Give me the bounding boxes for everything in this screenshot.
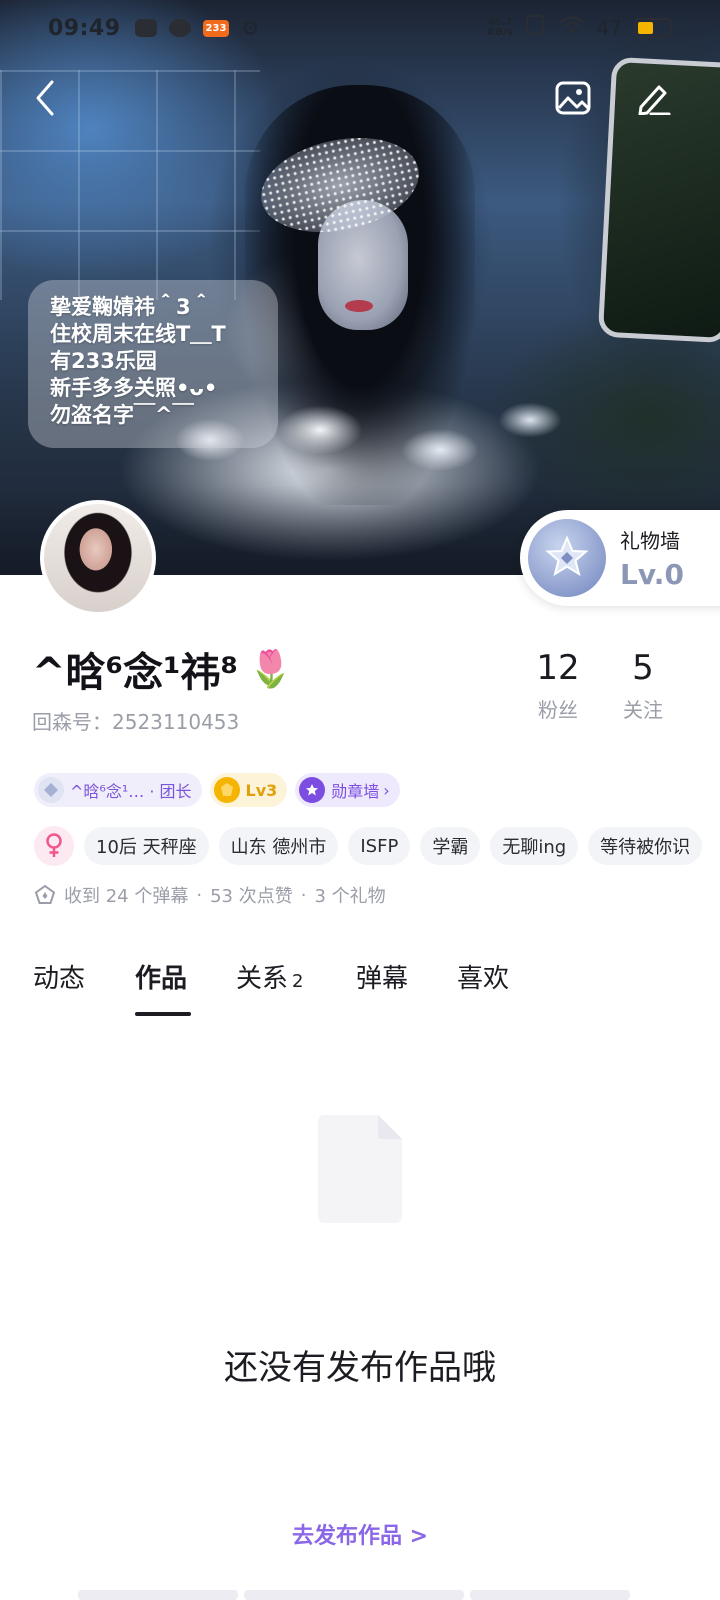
tag-mood[interactable]: 无聊ing bbox=[490, 827, 579, 865]
uid-value: 2523110453 bbox=[112, 710, 240, 734]
bio-line: 住校周末在线T＿T bbox=[50, 322, 226, 346]
status-time: 09:49 bbox=[48, 15, 121, 41]
following-stat[interactable]: 5 关注 bbox=[603, 648, 683, 723]
chevron-right-icon: › bbox=[383, 780, 390, 800]
publish-works-link[interactable]: 去发布作品 > bbox=[0, 1518, 720, 1550]
gift-wall-level: Lv.0 bbox=[620, 558, 684, 591]
relations-count: 2 bbox=[292, 971, 304, 992]
received-danmaku: 收到 24 个弹幕 bbox=[64, 886, 189, 907]
team-badge-label: ^晗⁶念¹… · 团长 bbox=[70, 782, 192, 801]
team-badge[interactable]: ^晗⁶念¹… · 团长 bbox=[34, 773, 202, 807]
received-likes: 53 次点赞 bbox=[210, 886, 293, 907]
pentagon-badge-icon bbox=[34, 884, 56, 904]
gift-wall-title: 礼物墙 bbox=[620, 529, 680, 553]
app-233-badge: 233 bbox=[202, 19, 230, 37]
active-tab-indicator bbox=[135, 1012, 191, 1016]
separator-dot: · bbox=[300, 884, 307, 906]
profile-uid[interactable]: 回森号：2523110453 bbox=[32, 706, 239, 735]
medal-star-icon bbox=[299, 777, 326, 803]
following-count: 5 bbox=[632, 648, 654, 688]
medal-wall-button[interactable]: 勋章墙 › bbox=[295, 773, 400, 807]
followers-stat[interactable]: 12 粉丝 bbox=[518, 648, 598, 723]
level-medal-icon bbox=[213, 777, 240, 803]
tag-location[interactable]: 山东 德州市 bbox=[218, 827, 339, 865]
tag-mbti[interactable]: ISFP bbox=[348, 827, 411, 865]
back-button[interactable] bbox=[18, 70, 74, 126]
level-badge[interactable]: Lv3 bbox=[209, 773, 288, 807]
received-summary: 收到 24 个弹幕 · 53 次点赞 · 3 个礼物 bbox=[34, 882, 386, 908]
avatar[interactable] bbox=[40, 500, 156, 616]
female-symbol-icon bbox=[46, 833, 62, 857]
edit-profile-button[interactable] bbox=[625, 70, 681, 126]
medal-wall-label: 勋章墙 bbox=[331, 782, 380, 801]
tab-likes[interactable]: 喜欢 bbox=[457, 958, 509, 995]
pencil-icon bbox=[638, 85, 671, 115]
gender-female-tag bbox=[34, 826, 74, 866]
badges-row: ^晗⁶念¹… · 团长 Lv3 勋章墙 › bbox=[34, 773, 400, 807]
empty-state-message: 还没有发布作品哦 bbox=[224, 1348, 496, 1388]
profile-name-text: ^晗⁶念¹祎⁸ bbox=[32, 650, 239, 696]
tab-danmaku[interactable]: 弹幕 bbox=[356, 958, 408, 995]
cover-figure-lips bbox=[345, 300, 373, 312]
followers-count: 12 bbox=[536, 648, 580, 688]
tab-moments[interactable]: 动态 bbox=[33, 958, 85, 995]
bio-line: 有233乐园 bbox=[50, 349, 157, 373]
status-bar: 09:49 233 ⚙ 46.7 KB/s 47 bbox=[0, 0, 720, 56]
gift-level-badge-icon bbox=[528, 519, 606, 597]
tags-row: 10后 天秤座 山东 德州市 ISFP 学霸 无聊ing 等待被你识 bbox=[34, 826, 703, 866]
bio-line: 勿盗名字￣^￣ bbox=[50, 403, 194, 427]
followers-label: 粉丝 bbox=[538, 698, 578, 722]
tag-status[interactable]: 等待被你识 bbox=[588, 827, 703, 865]
bio-line: 挚爱鞠婧祎＾3＾ bbox=[50, 295, 212, 319]
image-icon bbox=[555, 81, 591, 115]
wifi-icon bbox=[559, 15, 585, 41]
chevron-left-icon bbox=[36, 80, 54, 116]
tab-works[interactable]: 作品 bbox=[135, 958, 187, 995]
uid-label: 回森号： bbox=[32, 710, 112, 734]
profile-tabs: 动态 作品 关系 2 弹幕 喜欢 bbox=[0, 958, 720, 1018]
tulip-emoji: 🌷 bbox=[248, 649, 293, 690]
battery-icon bbox=[634, 18, 672, 38]
settings-gear-icon: ⚙ bbox=[241, 16, 260, 40]
empty-document-icon bbox=[318, 1115, 402, 1223]
tab-relations[interactable]: 关系 2 bbox=[236, 958, 303, 995]
level-badge-label: Lv3 bbox=[245, 780, 278, 800]
following-label: 关注 bbox=[623, 698, 663, 722]
team-diamond-icon bbox=[38, 777, 64, 803]
network-speed: 46.7 KB/s bbox=[487, 17, 513, 38]
app-notification-icon bbox=[168, 19, 191, 37]
wechat-icon bbox=[134, 19, 157, 37]
profile-name: ^晗⁶念¹祎⁸ 🌷 bbox=[32, 640, 293, 698]
received-gifts: 3 个礼物 bbox=[314, 886, 386, 907]
tag-interest[interactable]: 学霸 bbox=[420, 827, 481, 865]
sim-icon bbox=[525, 15, 547, 41]
bio-line: 新手多多关照•ᴗ• bbox=[50, 376, 218, 400]
tag-age-zodiac[interactable]: 10后 天秤座 bbox=[84, 827, 209, 865]
gift-wall-button[interactable]: 礼物墙 Lv.0 bbox=[520, 510, 720, 606]
change-cover-button[interactable] bbox=[545, 70, 601, 126]
bottom-peek-bar bbox=[78, 1590, 630, 1600]
bio-bubble[interactable]: 挚爱鞠婧祎＾3＾ 住校周末在线T＿T 有233乐园 新手多多关照•ᴗ• 勿盗名字… bbox=[28, 280, 278, 448]
separator-dot: · bbox=[196, 884, 203, 906]
battery-percent: 47 bbox=[596, 16, 622, 40]
